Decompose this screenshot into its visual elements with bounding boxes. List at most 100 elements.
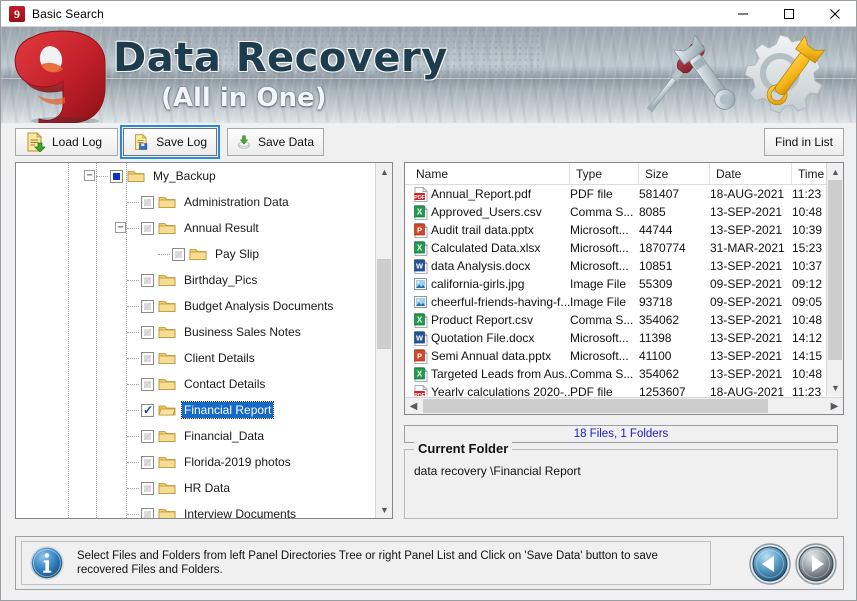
tree-node-checkbox[interactable] [141,481,154,495]
file-list-row[interactable]: W Quotation File.docx Microsoft... 11398 13-… [405,329,826,347]
tree-node-client-details[interactable]: Client Details [16,345,375,371]
file-list-row[interactable]: X Approved_Users.csv Comma S... 8085 13-SEP-… [405,203,826,221]
load-log-label: Load Log [52,135,103,149]
tree-node-checkbox[interactable] [110,169,123,183]
folder-icon [158,509,176,518]
file-list-row[interactable]: PDF Yearly calculations 2020-... PDF file 1… [405,383,826,396]
tree-node-checkbox[interactable] [141,195,154,209]
list-scroll-up-icon[interactable]: ▲ [827,163,843,180]
banner-subtitle: (All in One) [161,83,327,113]
tree-node-checkbox[interactable] [141,351,154,365]
list-scrollbar-thumb[interactable] [828,180,842,360]
file-list-row[interactable]: X Calculated Data.xlsx Microsoft... 1870774… [405,239,826,257]
file-list-row[interactable]: cheerful-friends-having-f... Image File 93… [405,293,826,311]
tree-expander-collapse[interactable]: − [115,222,126,233]
forward-button[interactable] [795,543,837,585]
folder-icon [158,483,176,494]
file-list-row[interactable]: Wdata Analysis.docx Microsoft... 10851 13-S… [405,257,826,275]
tree-node-florida-2019-photos[interactable]: Florida-2019 photos [16,449,375,475]
list-scroll-down-icon[interactable]: ▼ [827,379,843,396]
tree-node-interview-documents[interactable]: Interview Documents [16,501,375,518]
banner-title: Data Recovery [113,35,448,81]
file-list-rows[interactable]: PDF Annual_Report.pdf PDF file 581407 18-AUG… [405,185,826,396]
tree-node-checkbox[interactable] [141,429,154,443]
tree-node-birthday-pics[interactable]: Birthday_Pics [16,267,375,293]
file-date-cell: 13-SEP-2021 [710,331,783,345]
file-type-cell: Image File [570,277,627,291]
back-button[interactable] [749,543,791,585]
tree-node-label: HR Data [184,481,231,495]
file-type-cell: Image File [570,295,627,309]
tree-node-label: Contact Details [184,377,266,391]
save-data-button[interactable]: Save Data [227,128,324,156]
tree-node-checkbox[interactable]: ✓ [141,403,154,417]
tree-node-label: Interview Documents [184,507,297,518]
file-type-cell: Comma S... [570,313,634,327]
save-log-button[interactable]: Save Log [120,125,220,159]
column-header-date[interactable]: Date [710,163,792,185]
column-header-name[interactable]: Name [410,163,570,185]
tree-node-checkbox[interactable] [141,273,154,287]
column-header-size[interactable]: Size [639,163,710,185]
file-time-cell: 14:15 [792,349,823,363]
file-list-row[interactable]: PDF Annual_Report.pdf PDF file 581407 18-AUG… [405,185,826,203]
tree-scroll-down-icon[interactable]: ▼ [376,501,392,518]
tree-node-checkbox[interactable] [141,299,154,313]
tree-node-checkbox[interactable] [141,507,154,518]
tree-node-checkbox[interactable] [172,247,185,261]
pdf-file-icon: PDF [414,384,428,396]
list-scroll-right-icon[interactable]: ▶ [826,398,843,414]
file-date-cell: 18-AUG-2021 [710,187,785,201]
tree-node-checkbox[interactable] [141,221,154,235]
tree-node-checkbox[interactable] [141,455,154,469]
tools-illustration-icon [646,33,826,114]
tree-node-checkbox[interactable] [141,377,154,391]
tree-node-hr-data[interactable]: HR Data [16,475,375,501]
list-hscrollbar-thumb[interactable] [423,399,768,413]
pdf-file-icon: PDF [414,186,428,202]
file-name: Product Report.csv [431,313,534,327]
minimize-icon[interactable] [720,1,766,27]
column-header-type[interactable]: Type [570,163,639,185]
close-icon[interactable] [812,1,856,27]
tree-node-my-backup[interactable]: − My_Backup [16,163,375,189]
directory-tree-panel[interactable]: − My_Backup Administration Data − Annual Res… [15,162,393,519]
window-title: Basic Search [32,6,104,21]
tree-node-financial-report[interactable]: ✓ Financial Report [16,397,375,423]
folder-icon [158,327,176,338]
file-list-row[interactable]: P Audit trail data.pptx Microsoft... 44744 1… [405,221,826,239]
file-list-row[interactable]: california-girls.jpg Image File 55309 09-SE… [405,275,826,293]
list-vertical-scrollbar[interactable]: ▲ ▼ [826,163,843,396]
tree-node-pay-slip[interactable]: Pay Slip [16,241,375,267]
tree-node-contact-details[interactable]: Contact Details [16,371,375,397]
tree-node-label: Administration Data [184,195,289,209]
load-log-button[interactable]: Load Log [15,128,118,156]
tree-connector [127,306,139,307]
file-list-row[interactable]: X Product Report.csv Comma S... 354062 13-SE… [405,311,826,329]
tree-vertical-scrollbar[interactable]: ▲ ▼ [375,163,392,518]
load-log-icon [27,132,45,152]
directory-tree[interactable]: − My_Backup Administration Data − Annual Res… [16,163,375,518]
tree-node-label: Pay Slip [215,247,260,261]
tree-connector [127,384,139,385]
current-folder-legend: Current Folder [414,441,513,456]
tree-node-annual-result[interactable]: − Annual Result [16,215,375,241]
tree-node-financial-data[interactable]: Financial_Data [16,423,375,449]
tree-node-checkbox[interactable] [141,325,154,339]
file-list-panel[interactable]: Name Type Size Date Time PDF Annual_Report.pd… [404,162,844,415]
file-list-row[interactable]: X Targeted Leads from Aus... Comma S... 354… [405,365,826,383]
list-horizontal-scrollbar[interactable]: ◀ ▶ [405,397,843,414]
tree-node-business-sales-notes[interactable]: Business Sales Notes [16,319,375,345]
tree-scrollbar-thumb[interactable] [377,259,391,349]
file-list-row[interactable]: P Semi Annual data.pptx Microsoft... 41100 1… [405,347,826,365]
list-scroll-left-icon[interactable]: ◀ [405,398,422,414]
tree-scroll-up-icon[interactable]: ▲ [376,163,392,180]
file-type-cell: Microsoft... [570,331,629,345]
tree-expander-collapse[interactable]: − [84,170,95,181]
title-bar: 9 Basic Search [1,1,856,27]
maximize-icon[interactable] [766,1,812,27]
tree-node-budget-analysis-documents[interactable]: Budget Analysis Documents [16,293,375,319]
find-in-list-button[interactable]: Find in List [764,128,844,156]
tree-node-administration-data[interactable]: Administration Data [16,189,375,215]
file-date-cell: 13-SEP-2021 [710,205,783,219]
